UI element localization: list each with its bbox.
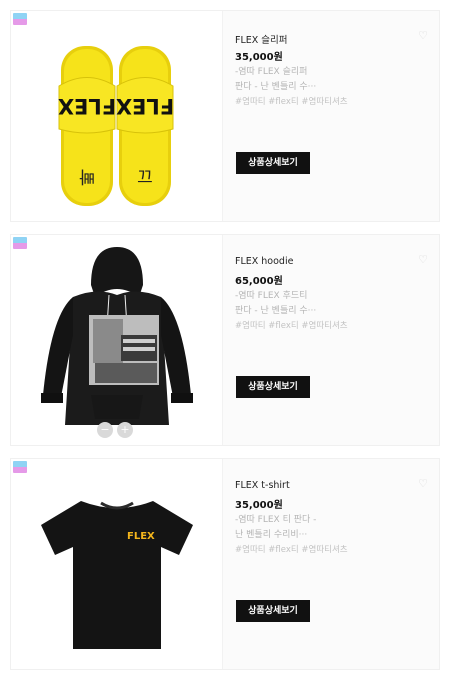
description-line: -염따 FLEX 후드티 (235, 291, 308, 301)
product-description: -염따 FLEX 티 판다 - 난 벤틀리 수리비··· (235, 513, 385, 543)
zoom-controls: − + (97, 418, 137, 438)
black-tshirt-image: FLEX (41, 501, 193, 649)
description-line: 난 벤틀리 수리비··· (235, 530, 308, 540)
product-price: 65,000원 (235, 276, 283, 287)
heart-icon[interactable]: ♡ (417, 254, 429, 266)
description-line: -염따 FLEX 티 판다 - (235, 515, 317, 525)
product-tags: #염따티 #flex티 #염따티셔츠 (235, 97, 348, 107)
product-description: -염따 FLEX 슬리퍼 판다 - 난 벤틀리 수··· (235, 65, 385, 95)
product-name[interactable]: FLEX hoodie (235, 256, 293, 267)
description-line: 판다 - 난 벤틀리 수··· (235, 306, 317, 316)
heart-icon[interactable]: ♡ (417, 30, 429, 42)
product-list: FLEX FLEX 빠 끄 FLEX 슬리퍼 35,000원 -염따 FLEX … (0, 0, 455, 690)
product-name[interactable]: FLEX t-shirt (235, 480, 290, 491)
new-badge-icon (13, 13, 27, 25)
black-hoodie-image (41, 247, 193, 425)
new-badge-icon (13, 237, 27, 249)
product-name[interactable]: FLEX 슬리퍼 (235, 32, 288, 46)
product-info: FLEX t-shirt 35,000원 -염따 FLEX 티 판다 - 난 벤… (223, 459, 439, 669)
product-detail-button[interactable]: 상품상세보기 (236, 376, 310, 398)
product-price: 35,000원 (235, 500, 283, 511)
product-tags: #염따티 #flex티 #염따티셔츠 (235, 321, 348, 331)
slipper-letter-left: 빠 (79, 166, 95, 186)
slipper-letter-right: 끄 (137, 168, 153, 188)
new-badge-icon (13, 461, 27, 473)
zoom-in-button[interactable]: + (117, 422, 133, 438)
slipper-text-left: FLEX (58, 94, 116, 118)
product-detail-button[interactable]: 상품상세보기 (236, 152, 310, 174)
heart-icon[interactable]: ♡ (417, 478, 429, 490)
product-card[interactable]: FLEX FLEX 빠 끄 FLEX 슬리퍼 35,000원 -염따 FLEX … (10, 10, 440, 222)
product-price: 35,000원 (235, 52, 283, 63)
description-line: -염따 FLEX 슬리퍼 (235, 67, 308, 77)
tshirt-logo-text: FLEX (127, 531, 155, 542)
product-thumbnail[interactable]: FLEX (11, 459, 223, 669)
product-description: -염따 FLEX 후드티 판다 - 난 벤틀리 수··· (235, 289, 385, 319)
product-tags: #염따티 #flex티 #염따티셔츠 (235, 545, 348, 555)
product-thumbnail[interactable]: FLEX FLEX 빠 끄 (11, 11, 223, 221)
product-card[interactable]: − + FLEX hoodie 65,000원 -염따 FLEX 후드티 판다 -… (10, 234, 440, 446)
product-detail-button[interactable]: 상품상세보기 (236, 600, 310, 622)
product-card[interactable]: FLEX FLEX t-shirt 35,000원 -염따 FLEX 티 판다 … (10, 458, 440, 670)
description-line: 판다 - 난 벤틀리 수··· (235, 82, 317, 92)
product-info: FLEX hoodie 65,000원 -염따 FLEX 후드티 판다 - 난 … (223, 235, 439, 445)
product-thumbnail[interactable]: − + (11, 235, 223, 445)
zoom-out-button[interactable]: − (97, 422, 113, 438)
yellow-slippers-image: FLEX FLEX 빠 끄 (58, 46, 174, 206)
product-info: FLEX 슬리퍼 35,000원 -염따 FLEX 슬리퍼 판다 - 난 벤틀리… (223, 11, 439, 221)
slipper-text-right: FLEX (116, 94, 174, 118)
